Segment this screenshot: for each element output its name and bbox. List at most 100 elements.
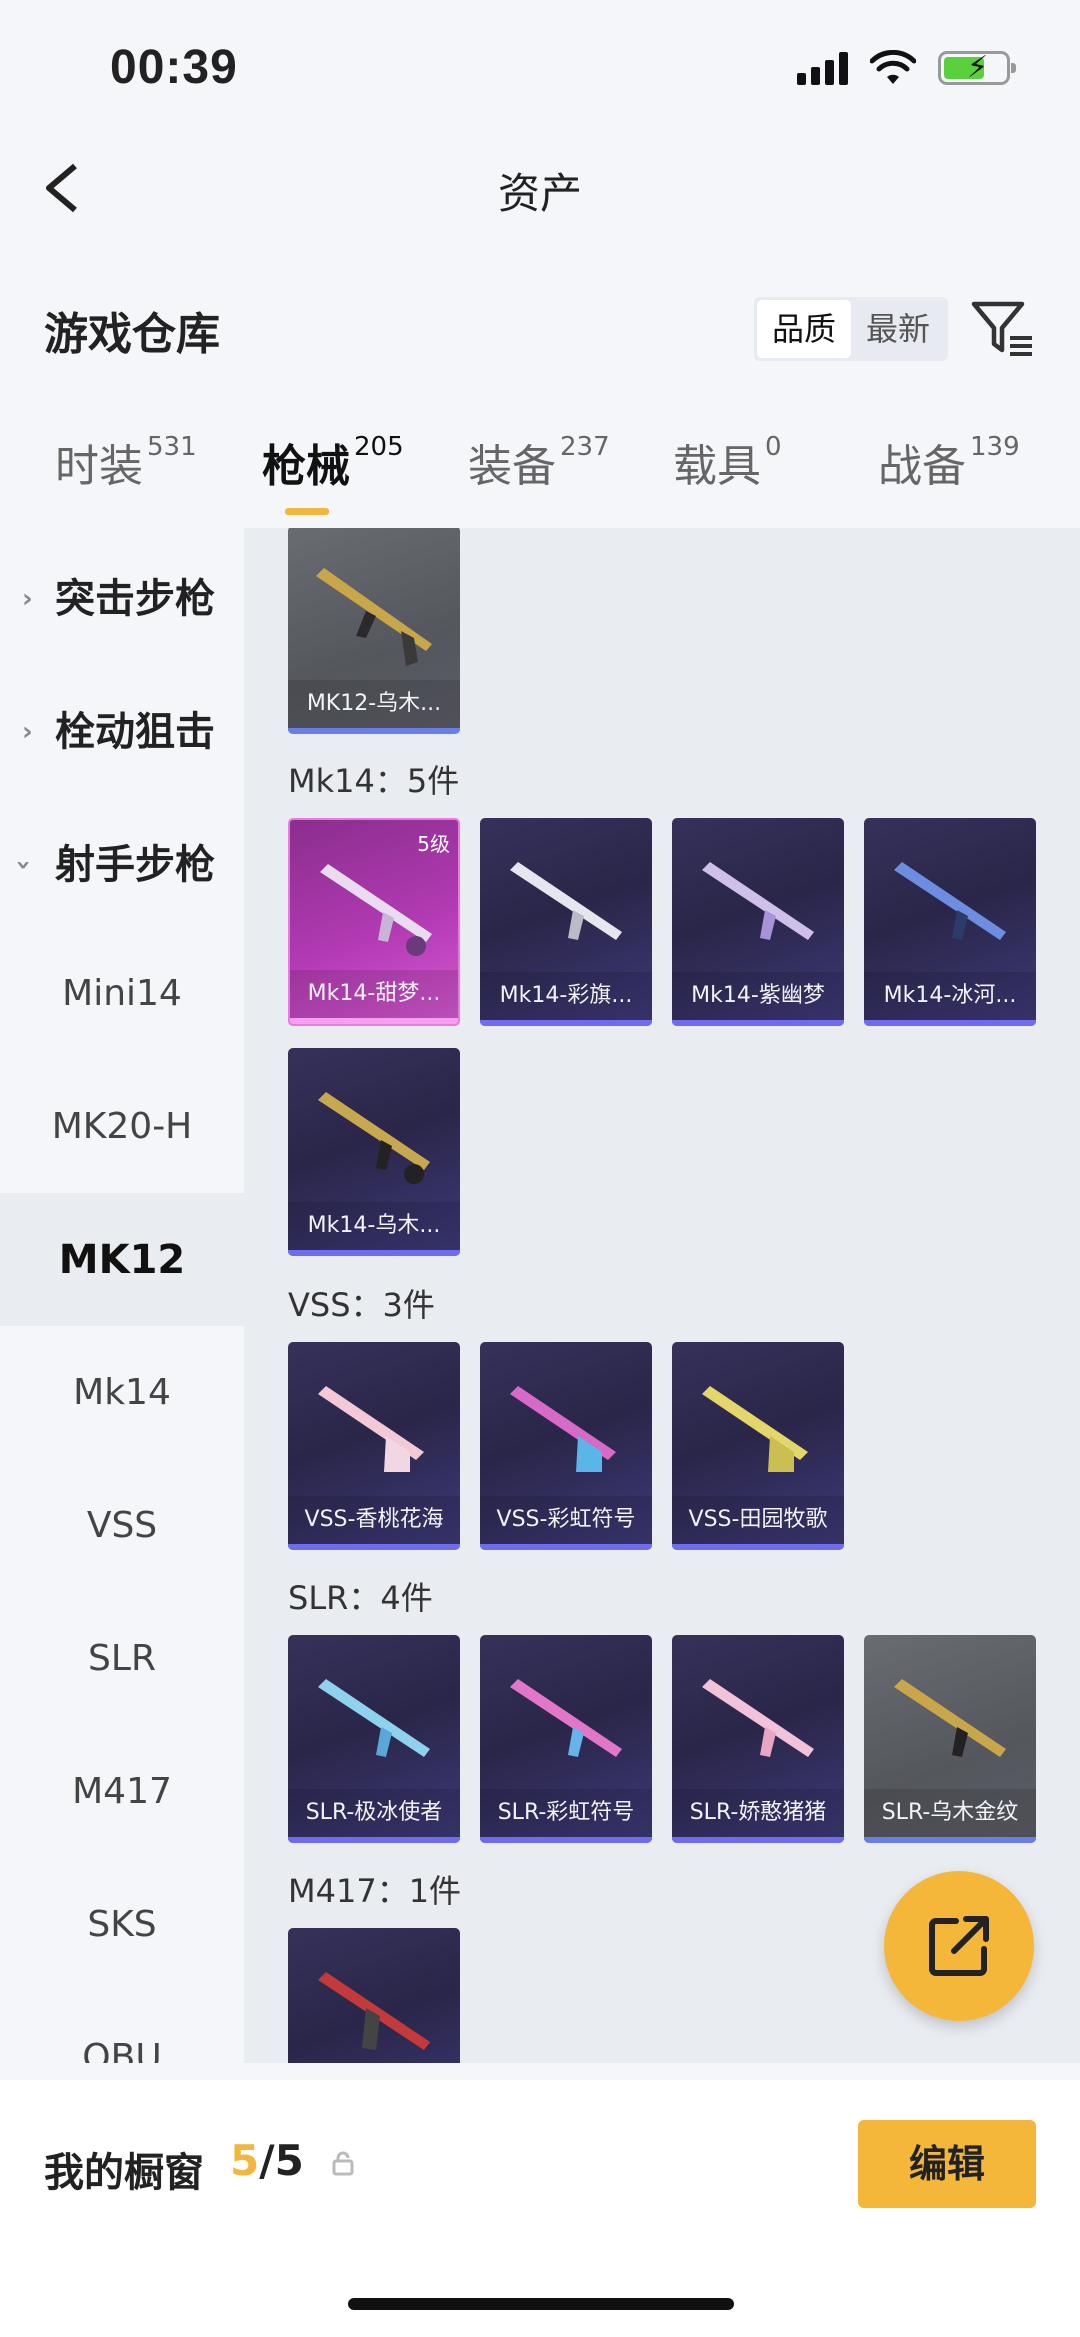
rifle-icon <box>316 568 432 666</box>
tab-equipment[interactable]: 装备 237 <box>468 430 610 494</box>
weapon-row: Mk14-乌木... <box>288 1048 460 1256</box>
chevron-right-icon: › <box>22 717 33 747</box>
sidebar-item-mk14[interactable]: Mk14 <box>0 1326 244 1459</box>
rifle-icon <box>318 1092 430 1184</box>
weapon-name: VSS-田园牧歌 <box>672 1496 844 1544</box>
tab-label: 装备 <box>468 441 556 492</box>
sidebar-item-mk12[interactable]: MK12 <box>0 1193 244 1326</box>
showcase-count-total: /5 <box>259 2136 304 2185</box>
rarity-bar <box>672 1020 844 1026</box>
weapon-name: Mk14-乌木... <box>288 1202 460 1250</box>
bottom-bar: 我的橱窗 5/5 编辑 <box>0 2080 1080 2337</box>
weapon-card[interactable]: Mk14-彩旗... <box>480 818 652 1026</box>
share-button[interactable] <box>884 1871 1034 2021</box>
category-tabs: 时装 531 枪械 205 装备 237 载具 0 战备 139 <box>0 430 1080 520</box>
weapon-card[interactable]: SLR-极冰使者 <box>288 1635 460 1843</box>
weapon-card[interactable]: SLR-彩虹符号 <box>480 1635 652 1843</box>
nav-bar: 资产 <box>0 140 1080 240</box>
weapon-card[interactable]: Mk14-冰河... <box>864 818 1036 1026</box>
sidebar-item-label: 突击步枪 <box>55 575 215 622</box>
rarity-bar <box>288 1544 460 1550</box>
tab-count: 205 <box>354 432 404 462</box>
rarity-bar <box>864 1020 1036 1026</box>
rifle-icon <box>318 1679 430 1757</box>
sidebar-item-mk20h[interactable]: MK20-H <box>0 1060 244 1193</box>
weapon-row <box>288 1928 460 2063</box>
rifle-icon <box>702 1386 808 1472</box>
rarity-bar <box>480 1020 652 1026</box>
weapon-name: Mk14-紫幽梦 <box>672 972 844 1020</box>
chevron-right-icon: › <box>22 584 33 614</box>
weapon-name: SLR-娇憨猪猪 <box>672 1789 844 1837</box>
rarity-bar <box>288 1250 460 1256</box>
tab-label: 枪械 <box>262 441 350 492</box>
showcase-label: 我的橱窗 <box>44 2150 204 2196</box>
rifle-icon <box>510 1386 616 1472</box>
weapon-row: MK12-乌木... <box>288 528 460 734</box>
wifi-icon <box>870 50 916 84</box>
weapon-name: Mk14-甜梦... <box>290 970 458 1018</box>
weapon-name: Mk14-彩旗... <box>480 972 652 1020</box>
chevron-down-icon: › <box>8 859 39 871</box>
signal-icon <box>797 51 848 85</box>
weapon-card[interactable]: SLR-乌木金纹 <box>864 1635 1036 1843</box>
sidebar-item-assault-rifle[interactable]: › 突击步枪 <box>0 528 244 661</box>
rifle-icon <box>894 1679 1006 1757</box>
tab-supplies[interactable]: 战备 139 <box>878 430 1020 494</box>
weapon-name: VSS-彩虹符号 <box>480 1496 652 1544</box>
rarity-bar <box>672 1544 844 1550</box>
sidebar-item-label: 射手步枪 <box>55 841 215 888</box>
weapon-card[interactable]: VSS-田园牧歌 <box>672 1342 844 1550</box>
tab-guns[interactable]: 枪械 205 <box>262 430 404 494</box>
weapon-grid: MK12-乌木... Mk14：5件 5级 Mk14-甜梦... Mk14-彩旗… <box>244 528 1080 2063</box>
group-label-m417: M417：1件 <box>288 1872 462 1910</box>
sidebar-item-mini14[interactable]: Mini14 <box>0 927 244 1060</box>
sort-quality-button[interactable]: 品质 <box>757 300 851 358</box>
tab-vehicles[interactable]: 载具 0 <box>673 430 782 494</box>
weapon-card[interactable]: Mk14-乌木... <box>288 1048 460 1256</box>
sidebar-item-vss[interactable]: VSS <box>0 1459 244 1592</box>
weapon-card[interactable]: VSS-香桃花海 <box>288 1342 460 1550</box>
rarity-bar <box>480 1544 652 1550</box>
rarity-bar <box>672 1837 844 1843</box>
rarity-bar <box>864 1837 1036 1843</box>
home-indicator <box>348 2298 734 2310</box>
rifle-icon <box>510 862 622 940</box>
tab-label: 载具 <box>673 441 761 492</box>
sidebar-item-label: 栓动狙击 <box>55 708 215 755</box>
filter-icon[interactable] <box>970 298 1036 360</box>
sidebar-item-marksman-rifle[interactable]: › 射手步枪 <box>0 794 244 927</box>
sidebar-item-qbu[interactable]: QBU <box>0 1991 244 2063</box>
weapon-row: VSS-香桃花海 VSS-彩虹符号 VSS-田园牧歌 <box>288 1342 844 1550</box>
tab-fashion[interactable]: 时装 531 <box>55 430 197 494</box>
weapon-card[interactable] <box>288 1928 460 2063</box>
sort-newest-button[interactable]: 最新 <box>851 300 945 358</box>
page-title: 资产 <box>497 169 582 218</box>
sidebar-item-sks[interactable]: SKS <box>0 1858 244 1991</box>
sidebar-item-bolt-sniper[interactable]: › 栓动狙击 <box>0 661 244 794</box>
rifle-icon <box>318 1386 424 1472</box>
group-label-slr: SLR：4件 <box>288 1579 433 1617</box>
weapon-card[interactable]: Mk14-紫幽梦 <box>672 818 844 1026</box>
lock-icon <box>332 2151 354 2176</box>
weapon-card[interactable]: VSS-彩虹符号 <box>480 1342 652 1550</box>
edit-button[interactable]: 编辑 <box>858 2120 1036 2208</box>
battery-icon: ⚡ <box>938 50 1016 85</box>
weapon-card[interactable]: MK12-乌木... <box>288 528 460 734</box>
rifle-icon <box>702 862 814 940</box>
sidebar-item-m417[interactable]: M417 <box>0 1725 244 1858</box>
showcase-count-current: 5 <box>230 2136 260 2185</box>
weapon-card[interactable]: SLR-娇憨猪猪 <box>672 1635 844 1843</box>
weapon-name: Mk14-冰河... <box>864 972 1036 1020</box>
weapon-name: MK12-乌木... <box>288 680 460 728</box>
sidebar-item-slr[interactable]: SLR <box>0 1592 244 1725</box>
tab-label: 时装 <box>55 441 143 492</box>
rarity-bar <box>290 1018 458 1024</box>
rarity-bar <box>288 1837 460 1843</box>
status-icons: ⚡ <box>797 50 1016 86</box>
tab-count: 0 <box>765 432 782 462</box>
tab-count: 531 <box>147 432 197 462</box>
rifle-icon <box>894 862 1006 940</box>
weapon-card[interactable]: 5级 Mk14-甜梦... <box>288 818 460 1026</box>
group-label-vss: VSS：3件 <box>288 1286 435 1324</box>
